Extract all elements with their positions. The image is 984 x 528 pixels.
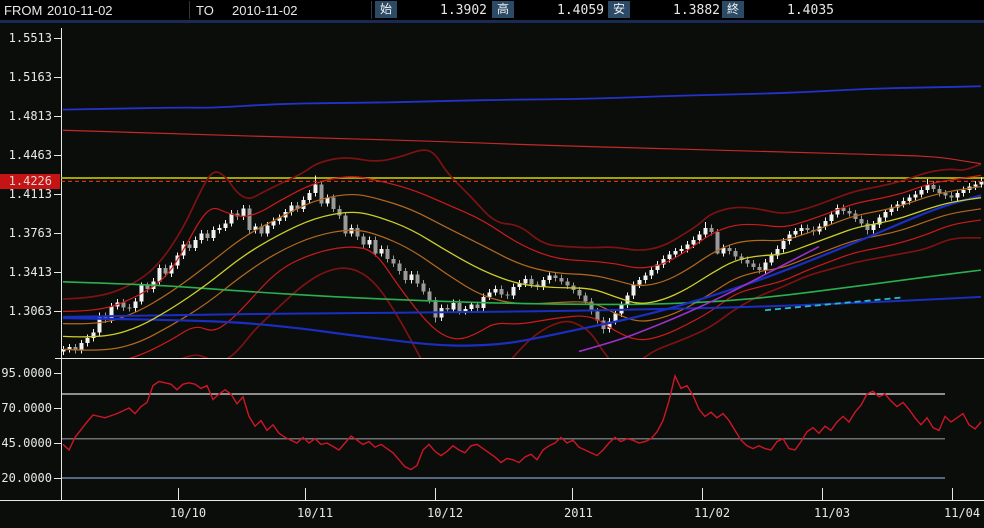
trading-chart-window: FROM 2010-11-02 TO 2010-11-02 始1.3902高1.… (0, 0, 984, 528)
current-price-badge: 1.4226 (0, 174, 60, 189)
rsi-indicator-panel[interactable] (61, 362, 984, 500)
main-price-chart[interactable] (61, 26, 984, 358)
